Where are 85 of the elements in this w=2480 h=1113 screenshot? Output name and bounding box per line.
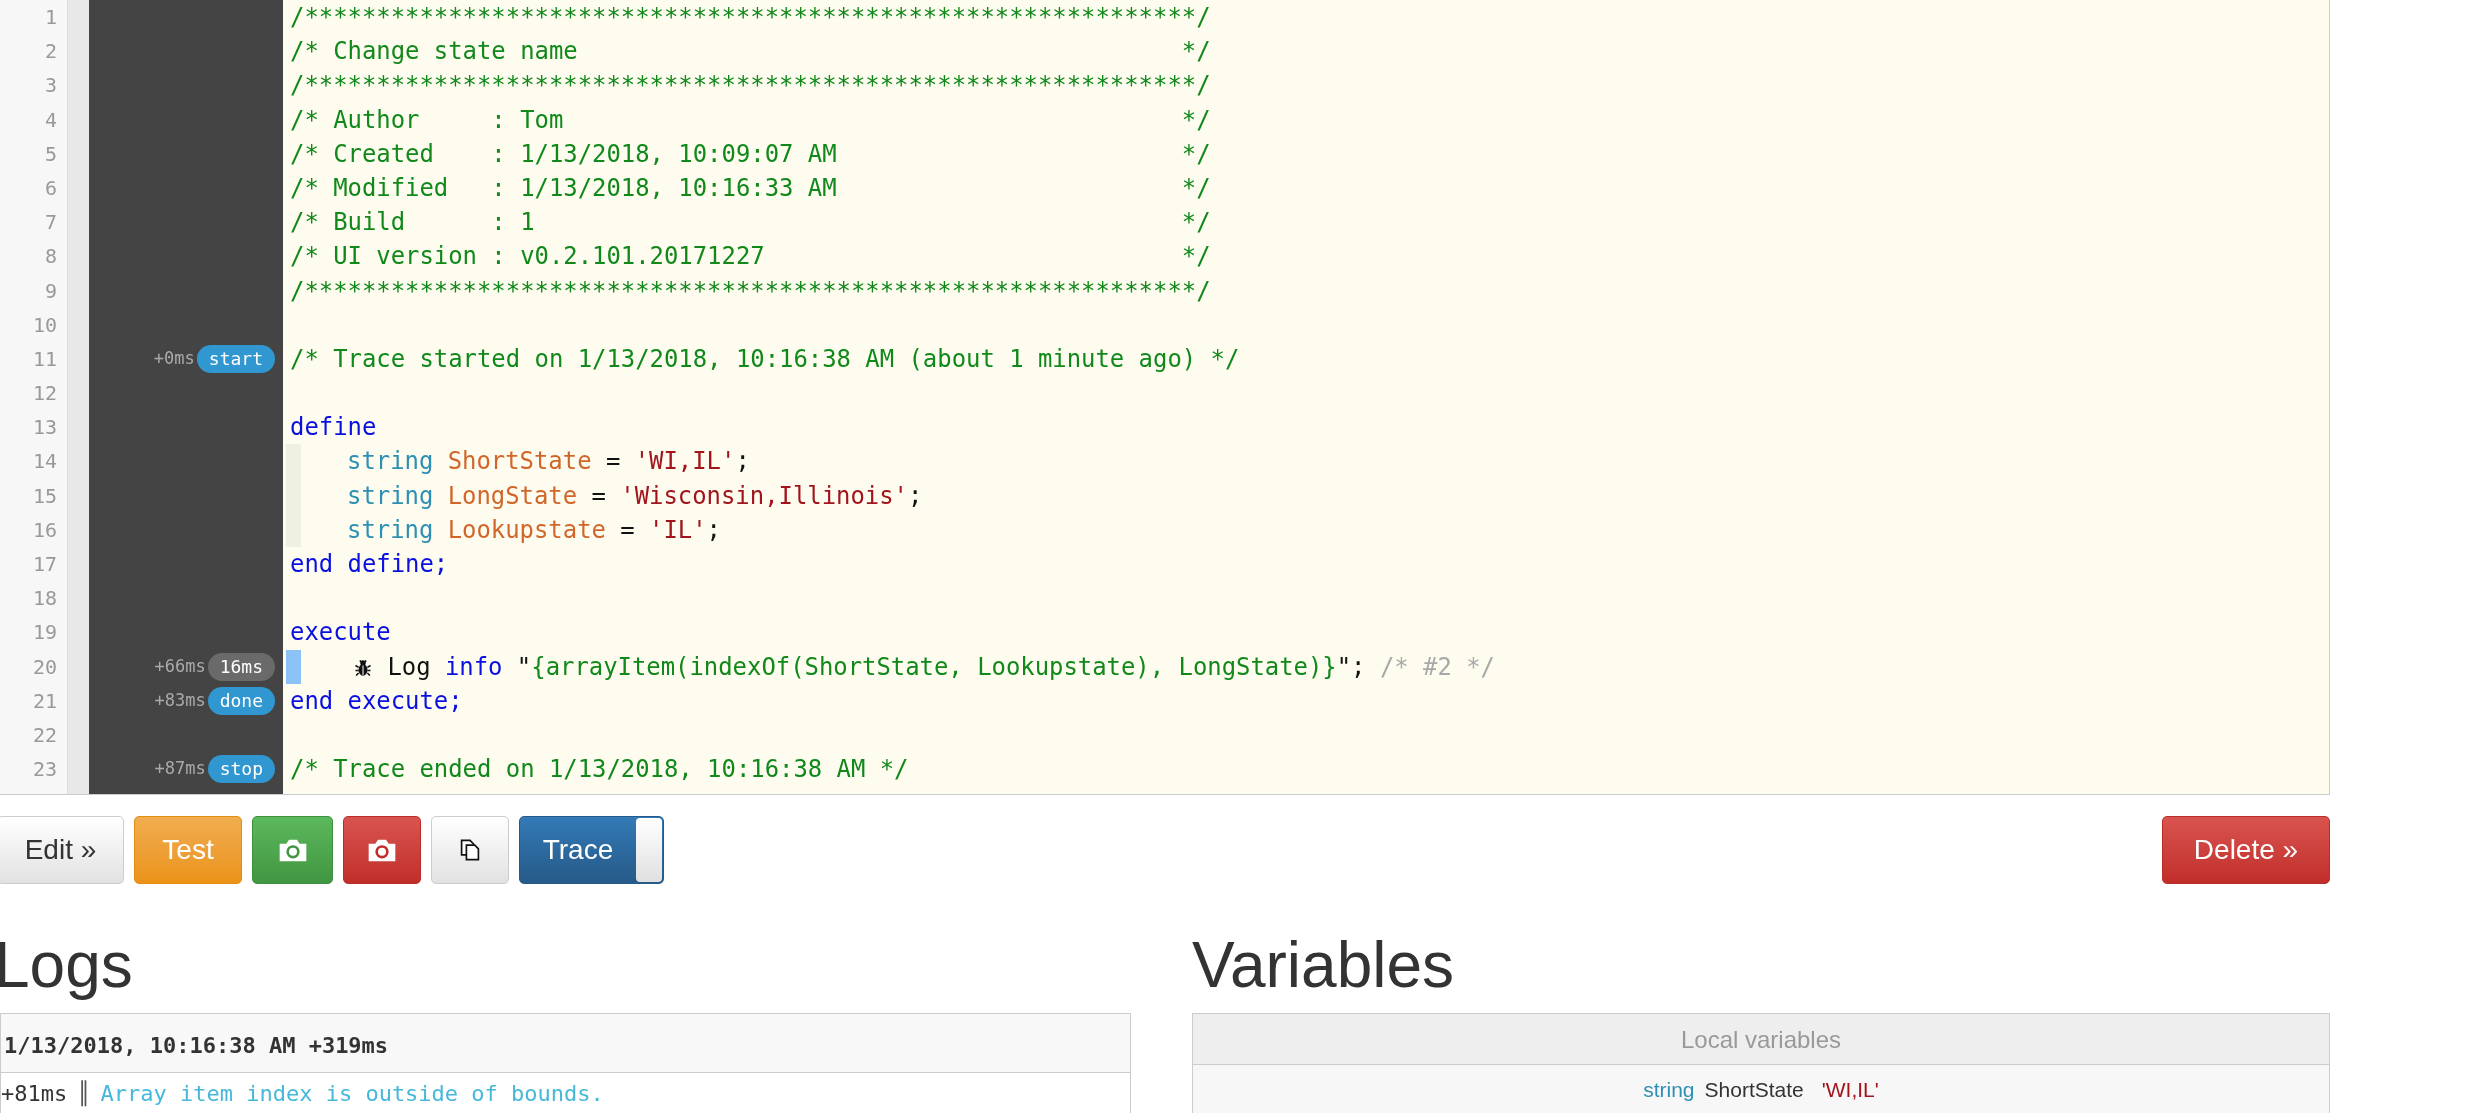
log-separator: ║ bbox=[77, 1079, 91, 1109]
code-comment: /* Created : 1/13/2018, 10:09:07 AM */ bbox=[290, 139, 1211, 168]
code-keyword: end execute; bbox=[290, 686, 463, 715]
line-number: 12 bbox=[31, 380, 58, 408]
line-number: 1 bbox=[43, 4, 58, 31]
line-number: 15 bbox=[31, 482, 58, 510]
line-number: 4 bbox=[43, 106, 58, 134]
trace-badge: start bbox=[196, 344, 275, 373]
code-comment: /**************************************************************/ bbox=[290, 71, 1211, 100]
code-text: Log bbox=[386, 652, 432, 681]
code-text: = bbox=[590, 481, 607, 510]
line-number: 17 bbox=[31, 551, 58, 578]
line-number: 16 bbox=[31, 516, 58, 544]
code-variable: ShortState bbox=[447, 447, 592, 476]
line-number: 21 bbox=[31, 687, 58, 715]
code-type: string bbox=[347, 515, 435, 544]
line-number: 8 bbox=[43, 243, 58, 271]
code-type: string bbox=[347, 447, 435, 476]
snapshot-button[interactable] bbox=[343, 816, 421, 884]
code-variable: LongState bbox=[447, 481, 578, 510]
trace-time: +83ms bbox=[154, 689, 206, 713]
line-number: 20 bbox=[31, 653, 58, 681]
line-number: 10 bbox=[31, 311, 58, 339]
variables-heading: Variables bbox=[1192, 928, 1456, 1003]
code-text: = bbox=[619, 515, 636, 544]
code-text: "; bbox=[1336, 652, 1367, 681]
code-variable: Lookupstate bbox=[447, 515, 606, 544]
code-comment: /* Change state name */ bbox=[290, 37, 1211, 66]
trace-badge: 16ms bbox=[207, 652, 275, 681]
variable-type: string bbox=[1643, 1077, 1695, 1104]
code-text: = bbox=[604, 447, 622, 476]
trace-toggle[interactable]: Trace bbox=[519, 816, 664, 884]
copy-button[interactable] bbox=[431, 816, 509, 884]
line-number: 6 bbox=[43, 174, 58, 202]
line-number: 22 bbox=[31, 721, 58, 749]
line-number: 13 bbox=[31, 414, 58, 442]
code-comment: /* Trace ended on 1/13/2018, 10:16:38 AM */ bbox=[290, 755, 909, 784]
code-text: " bbox=[515, 652, 532, 681]
line-number: 5 bbox=[43, 140, 58, 168]
code-type: string bbox=[347, 481, 435, 510]
log-message: Array item index is outside of bounds. bbox=[100, 1079, 604, 1108]
trace-time: +0ms bbox=[153, 347, 195, 371]
code-keyword: info bbox=[444, 652, 503, 681]
code-comment: /* #2 */ bbox=[1379, 652, 1495, 681]
line-number: 11 bbox=[31, 345, 58, 373]
trace-badge: done bbox=[207, 686, 275, 715]
code-string: 'Wisconsin,Illinois' bbox=[620, 481, 908, 510]
code-comment: /* Author : Tom */ bbox=[290, 105, 1211, 134]
code-comment: /* UI version : v0.2.101.20171227 */ bbox=[290, 242, 1211, 271]
toggle-knob bbox=[636, 818, 662, 882]
bug-icon bbox=[353, 657, 373, 678]
code-text: ; bbox=[907, 481, 923, 510]
code-comment: /* Modified : 1/13/2018, 10:16:33 AM */ bbox=[290, 173, 1211, 202]
line-number: 7 bbox=[43, 209, 58, 237]
code-comment: /* Build : 1 */ bbox=[290, 208, 1211, 237]
code-comment: {arrayItem(indexOf(ShortState, Lookupstate), LongState)} bbox=[531, 652, 1337, 681]
trace-badge: stop bbox=[207, 755, 275, 784]
trace-time: +87ms bbox=[154, 757, 206, 781]
code-comment: /* Trace started on 1/13/2018, 10:16:38 AM (about 1 minute ago) */ bbox=[290, 344, 1240, 373]
code-keyword: define bbox=[290, 413, 377, 442]
variables-header: Local variables bbox=[1193, 1014, 2329, 1065]
code-string: 'WI,IL' bbox=[634, 447, 736, 476]
line-number: 2 bbox=[43, 38, 58, 66]
delete-button[interactable]: Delete » bbox=[2162, 816, 2330, 884]
code-keyword: end define; bbox=[290, 550, 449, 578]
snapshot-button[interactable] bbox=[252, 816, 333, 884]
variable-value: 'WI,IL' bbox=[1821, 1077, 1879, 1104]
line-number: 18 bbox=[31, 585, 58, 613]
line-number: 14 bbox=[31, 448, 58, 476]
line-number: 9 bbox=[43, 277, 58, 305]
variable-name: ShortState bbox=[1704, 1077, 1804, 1104]
copy-icon bbox=[458, 838, 482, 862]
log-header: 1/13/2018, 10:16:38 AM +319ms bbox=[1, 1014, 1130, 1073]
line-number: 19 bbox=[31, 619, 58, 647]
code-text: ; bbox=[706, 515, 721, 544]
line-number: 3 bbox=[43, 72, 58, 100]
code-comment: /**************************************************************/ bbox=[290, 276, 1211, 305]
code-comment: /**************************************************************/ bbox=[290, 3, 1211, 31]
code-string: 'IL' bbox=[649, 515, 707, 544]
log-time: +81ms bbox=[1, 1079, 68, 1108]
line-number: 23 bbox=[31, 756, 58, 784]
code-keyword: execute bbox=[290, 618, 391, 647]
trace-time: +66ms bbox=[154, 654, 206, 678]
code-text: ; bbox=[735, 447, 750, 476]
edit-button[interactable]: Edit » bbox=[0, 816, 124, 884]
